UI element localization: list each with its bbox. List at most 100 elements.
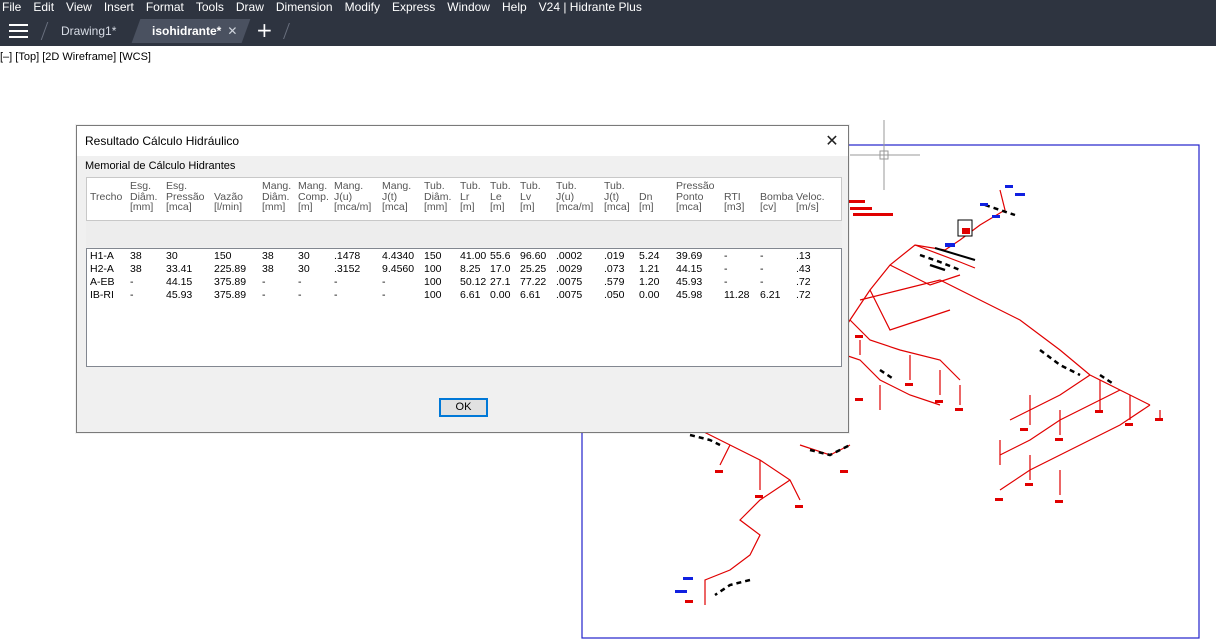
table-row[interactable]: H1-A 38 30 150 38 30 .1478 4.4340 150 41.00 55.6 96… [87, 250, 841, 263]
table-cell: 25.25 [520, 263, 547, 275]
table-cell: 1.20 [639, 276, 660, 288]
close-tab-icon[interactable]: ✕ [227, 19, 237, 43]
table-cell: 45.98 [676, 289, 703, 301]
table-cell: 55.6 [490, 250, 511, 262]
table-cell: 150 [424, 250, 442, 262]
menu-item[interactable]: Help [496, 0, 533, 15]
ok-button[interactable]: OK [439, 398, 488, 417]
table-cell: 41.00 [460, 250, 487, 262]
table-cell: - [298, 276, 302, 288]
table-cell: - [760, 263, 764, 275]
menu-item[interactable]: Modify [339, 0, 386, 15]
table-cell: - [760, 276, 764, 288]
menu-item[interactable]: View [60, 0, 98, 15]
table-cell: H2-A [90, 263, 114, 275]
column-header: RTI [m3] [724, 190, 745, 213]
table-cell: 30 [298, 263, 310, 275]
table-row[interactable]: A-EB - 44.15 375.89 - - - - 100 50.12 27.1 77.22 .00… [87, 276, 841, 289]
table-header: Trecho Esg. Diâm. [mm] Esg. Pressão [mca] … [86, 177, 842, 221]
menu-item[interactable]: V24 | Hidrante Plus [533, 0, 648, 15]
menu-item[interactable]: Express [386, 0, 441, 15]
menu-item[interactable]: Draw [230, 0, 270, 15]
column-header: Vazão [l/min] [214, 190, 243, 213]
table-cell: .0075 [556, 289, 583, 301]
table-cell: 11.28 [724, 289, 750, 301]
hamburger-menu-icon[interactable] [9, 24, 28, 38]
table-cell: .019 [604, 250, 625, 262]
table-cell: 9.4560 [382, 263, 415, 275]
column-header: Tub. Le [m] [490, 180, 511, 213]
table-cell: 38 [262, 263, 274, 275]
table-cell: 44.15 [166, 276, 193, 288]
table-cell: .3152 [334, 263, 361, 275]
tab-separator [40, 22, 49, 40]
column-header: Tub. Lv [m] [520, 180, 541, 213]
column-header: Pressão Ponto [mca] [676, 180, 715, 213]
column-header: Bomba [cv] [760, 190, 794, 213]
table-cell: - [262, 276, 266, 288]
table-cell: - [724, 250, 728, 262]
viewport-controls-label[interactable]: [–] [Top] [2D Wireframe] [WCS] [0, 51, 151, 63]
table-row[interactable]: IB-RI - 45.93 375.89 - - - - 100 6.61 0.00 6.61 .007… [87, 289, 841, 302]
menu-item[interactable]: Window [441, 0, 496, 15]
menu-item[interactable]: Tools [190, 0, 230, 15]
close-icon[interactable]: ✕ [822, 131, 842, 151]
table-cell: - [130, 289, 134, 301]
table-cell: IB-RI [90, 289, 114, 301]
menu-item[interactable]: Edit [27, 0, 60, 15]
menu-item[interactable]: Insert [98, 0, 140, 15]
hydraulic-result-dialog: Resultado Cálculo Hidráulico ✕ Memorial … [76, 125, 849, 433]
table-cell: .72 [796, 289, 811, 301]
table-cell: 30 [298, 250, 310, 262]
table-cell: .073 [604, 263, 625, 275]
menu-item[interactable]: Dimension [270, 0, 339, 15]
document-tab-bar: Drawing1* isohidrante* ✕ [0, 15, 1216, 46]
table-cell: 96.60 [520, 250, 547, 262]
table-cell: 100 [424, 276, 442, 288]
column-header: Veloc. [m/s] [796, 190, 825, 213]
table-cell: 45.93 [676, 276, 703, 288]
table-cell: .1478 [334, 250, 361, 262]
menu-item[interactable]: Format [140, 0, 190, 15]
table-cell: 375.89 [214, 289, 247, 301]
dialog-title: Resultado Cálculo Hidráulico [85, 134, 240, 148]
table-cell: - [334, 289, 338, 301]
column-header: Mang. J(t) [mca] [382, 180, 412, 213]
table-cell: .0029 [556, 263, 583, 275]
table-cell: - [724, 276, 728, 288]
column-header: Esg. Diâm. [mm] [130, 180, 158, 213]
results-table[interactable]: H1-A 38 30 150 38 30 .1478 4.4340 150 41.00 55.6 96… [86, 248, 842, 367]
tab-isohidrante[interactable]: isohidrante* ✕ [131, 19, 251, 43]
table-cell: 1.21 [639, 263, 660, 275]
table-cell: 100 [424, 289, 442, 301]
column-header: Tub. Lr [m] [460, 180, 481, 213]
table-cell: 30 [166, 250, 178, 262]
menu-item[interactable]: File [0, 0, 27, 15]
column-header: Mang. Diâm. [mm] [262, 180, 292, 213]
dialog-subtitle: Memorial de Cálculo Hidrantes [85, 160, 236, 172]
table-cell: 45.93 [166, 289, 193, 301]
crosshair-cursor-icon [850, 120, 920, 190]
column-header: Dn [m] [639, 190, 654, 213]
tab-label: isohidrante* [152, 24, 222, 38]
table-cell: 150 [214, 250, 232, 262]
table-cell: - [382, 276, 386, 288]
column-header: Tub. J(t) [mca] [604, 180, 630, 213]
table-cell: 4.4340 [382, 250, 415, 262]
table-cell: - [760, 250, 764, 262]
table-cell: - [334, 276, 338, 288]
column-header: Esg. Pressão [mca] [166, 180, 205, 213]
dialog-title-bar[interactable]: Resultado Cálculo Hidráulico ✕ [77, 126, 848, 156]
table-cell: 6.61 [520, 289, 541, 301]
table-cell: .72 [796, 276, 811, 288]
column-header: Tub. J(u) [mca/m] [556, 180, 594, 213]
table-cell: .0002 [556, 250, 583, 262]
table-row[interactable]: H2-A 38 33.41 225.89 38 30 .3152 9.4560 100 8.25 1… [87, 263, 841, 276]
table-cell: .579 [604, 276, 625, 288]
table-cell: - [382, 289, 386, 301]
tab-drawing1[interactable]: Drawing1* [40, 19, 134, 43]
new-tab-button[interactable]: + [256, 20, 273, 40]
table-cell: 77.22 [520, 276, 547, 288]
table-cell: - [724, 263, 728, 275]
header-separator [86, 221, 842, 247]
